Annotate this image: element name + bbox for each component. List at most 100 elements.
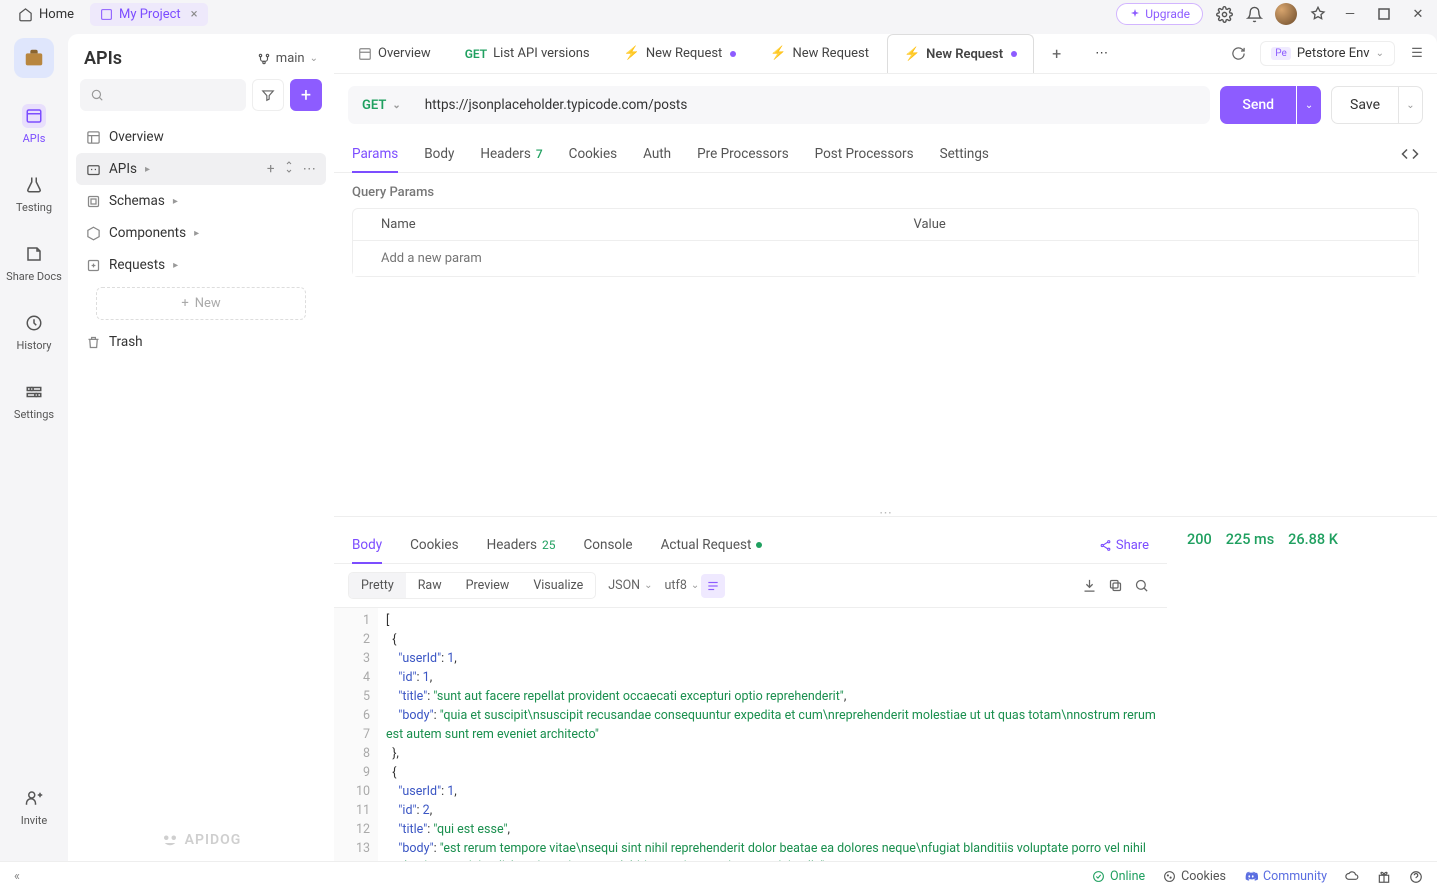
briefcase-icon [23, 47, 45, 69]
tab-new-request-2[interactable]: ⚡ New Request [754, 34, 885, 73]
tab-new-request-active[interactable]: ⚡ New Request [887, 34, 1034, 73]
status-cookies[interactable]: Cookies [1163, 869, 1226, 884]
tab-list-api[interactable]: GET List API versions [449, 34, 606, 73]
req-tab-auth[interactable]: Auth [643, 136, 671, 172]
tab-more[interactable]: ⋯ [1079, 34, 1124, 73]
method-select[interactable]: GET ⌄ [348, 98, 415, 113]
format-select[interactable]: JSON⌄ [608, 578, 652, 593]
view-preview[interactable]: Preview [454, 573, 522, 598]
tab-add[interactable]: + [1036, 34, 1077, 73]
avatar[interactable] [1275, 3, 1297, 25]
rail-testing[interactable]: Testing [10, 167, 58, 220]
req-tab-cookies[interactable]: Cookies [569, 136, 617, 172]
view-raw[interactable]: Raw [406, 573, 454, 598]
brand-icon [161, 831, 179, 849]
tab-overview[interactable]: Overview [342, 34, 447, 73]
param-value-input[interactable] [886, 241, 1419, 276]
req-tab-params[interactable]: Params [352, 136, 398, 172]
send-button[interactable]: Send [1220, 86, 1296, 124]
search-response-icon[interactable] [1129, 574, 1153, 598]
encoding-select[interactable]: utf8⌄ [665, 578, 700, 593]
close-button[interactable]: ✕ [1407, 3, 1429, 25]
param-name-input[interactable] [353, 241, 886, 276]
req-tab-body[interactable]: Body [424, 136, 454, 172]
req-tab-settings[interactable]: Settings [940, 136, 989, 172]
env-badge: Pe [1271, 47, 1291, 60]
close-tab-icon[interactable]: × [191, 7, 198, 22]
resp-tab-headers[interactable]: Headers25 [487, 527, 556, 563]
add-item-icon[interactable]: + [267, 161, 275, 177]
url-row: GET ⌄ Send ⌄ Save ⌄ [334, 74, 1437, 136]
wrap-icon[interactable] [701, 574, 725, 598]
upgrade-button[interactable]: Upgrade [1116, 3, 1203, 25]
workspace-logo[interactable] [14, 38, 54, 78]
tree-requests[interactable]: Requests ▸ [76, 249, 326, 281]
pin-icon[interactable] [1309, 5, 1327, 23]
bolt-icon: ⚡ [624, 46, 640, 61]
share-icon [1099, 539, 1112, 552]
tree-overview[interactable]: Overview [76, 121, 326, 153]
minimize-button[interactable]: — [1339, 3, 1361, 25]
tree-components[interactable]: Components ▸ [76, 217, 326, 249]
status-online[interactable]: Online [1092, 869, 1145, 884]
save-dropdown[interactable]: ⌄ [1399, 86, 1423, 124]
tree-schemas[interactable]: Schemas ▸ [76, 185, 326, 217]
response-body[interactable]: 1234567891011121314 [ { "userId": 1, "id… [334, 608, 1167, 861]
schemas-icon [86, 194, 101, 209]
save-button[interactable]: Save [1331, 86, 1399, 124]
response-stats: 200 225 ms 26.88 K [1167, 517, 1437, 861]
code-icon[interactable] [1401, 145, 1419, 163]
refresh-icon[interactable] [1226, 42, 1250, 66]
filter-button[interactable] [252, 79, 284, 111]
req-tab-headers[interactable]: Headers7 [480, 136, 542, 172]
resp-tab-console[interactable]: Console [584, 527, 633, 563]
branch-icon [257, 52, 271, 66]
rail-invite[interactable]: Invite [15, 780, 54, 833]
rail-settings[interactable]: Settings [8, 374, 60, 427]
url-input[interactable] [415, 97, 1211, 113]
response-tabs: Body Cookies Headers25 Console Actual Re… [334, 517, 1167, 564]
resp-tab-body[interactable]: Body [352, 527, 382, 563]
rail-share-docs[interactable]: Share Docs [0, 236, 68, 289]
view-pretty[interactable]: Pretty [349, 573, 406, 598]
status-cloud[interactable] [1345, 870, 1359, 884]
tree-trash[interactable]: Trash [76, 326, 326, 358]
send-dropdown[interactable]: ⌄ [1297, 86, 1321, 124]
rail-history[interactable]: History [11, 305, 58, 358]
tree-apis[interactable]: APIs ▸ + ⋯ [76, 153, 326, 185]
project-tab[interactable]: My Project × [90, 3, 208, 26]
share-button[interactable]: Share [1099, 538, 1149, 553]
view-visualize[interactable]: Visualize [521, 573, 595, 598]
col-name: Name [353, 209, 886, 240]
status-gift[interactable] [1377, 870, 1391, 884]
bell-icon[interactable] [1245, 5, 1263, 23]
status-community[interactable]: Community [1244, 869, 1327, 884]
branch-selector[interactable]: main ⌄ [257, 51, 318, 66]
status-dot [756, 542, 762, 548]
tab-new-request-1[interactable]: ⚡ New Request [608, 34, 753, 73]
env-selector[interactable]: Pe Petstore Env ⌄ [1260, 41, 1395, 66]
titlebar: Home My Project × Upgrade — ✕ [0, 0, 1437, 28]
req-tab-pre[interactable]: Pre Processors [697, 136, 789, 172]
maximize-button[interactable] [1373, 3, 1395, 25]
bolt-icon: ⚡ [770, 46, 786, 61]
stat-status: 200 [1187, 531, 1212, 548]
history-icon [25, 314, 43, 332]
home-button[interactable]: Home [8, 3, 84, 26]
add-button[interactable]: + [290, 79, 322, 111]
resp-tab-cookies[interactable]: Cookies [410, 527, 458, 563]
req-tab-post[interactable]: Post Processors [815, 136, 914, 172]
params-area: Query Params Name Value [334, 173, 1437, 373]
tree-new-button[interactable]: +New [96, 287, 306, 320]
resp-tab-actual[interactable]: Actual Request [661, 527, 763, 563]
copy-icon[interactable] [1103, 574, 1127, 598]
search-input[interactable] [80, 79, 246, 111]
download-icon[interactable] [1077, 574, 1101, 598]
status-help[interactable] [1409, 870, 1423, 884]
sort-icon[interactable] [283, 161, 295, 173]
settings-icon[interactable] [1215, 5, 1233, 23]
more-icon[interactable]: ⋯ [303, 161, 317, 177]
rail-apis[interactable]: APIs [16, 98, 52, 151]
collapse-sidebar-icon[interactable]: « [14, 869, 20, 884]
menu-icon[interactable]: ☰ [1405, 42, 1429, 66]
